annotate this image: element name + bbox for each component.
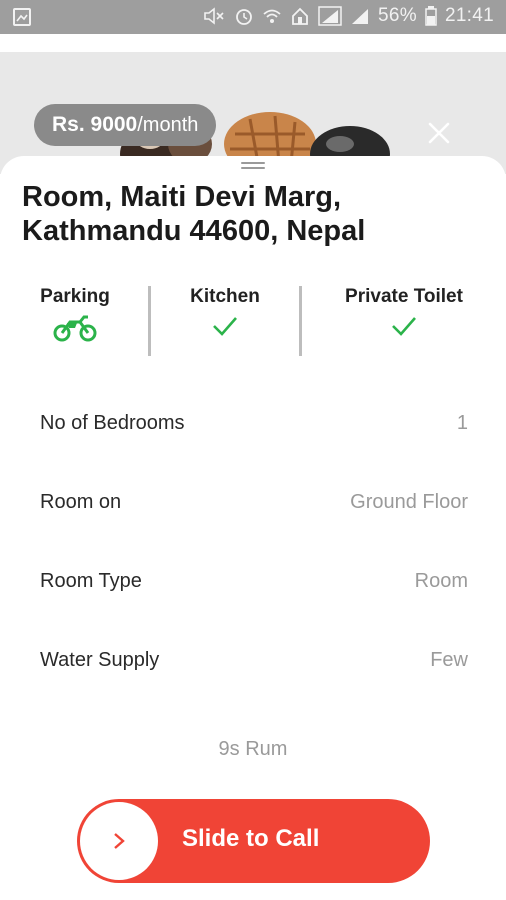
amenity-divider xyxy=(299,286,302,356)
slide-knob[interactable] xyxy=(80,802,158,880)
amenity-label: Kitchen xyxy=(190,286,260,307)
slide-to-call-button[interactable]: Slide to Call xyxy=(77,799,430,883)
clock: 21:41 xyxy=(444,5,494,26)
price-badge: Rs. 9000 /month xyxy=(34,104,217,146)
motorbike-icon xyxy=(53,315,97,342)
listing-detail-sheet: Room, Maiti Devi Marg, Kathmandu 44600, … xyxy=(0,156,506,900)
listing-title: Room, Maiti Devi Marg, Kathmandu 44600, … xyxy=(22,181,366,247)
amenity-parking: Parking xyxy=(34,286,116,342)
home-icon xyxy=(292,7,308,25)
price-amount: Rs. 9000 xyxy=(52,113,138,136)
detail-value: 1 xyxy=(456,412,468,434)
chevron-right-icon xyxy=(114,833,125,849)
detail-label: Room Type xyxy=(40,570,142,592)
slide-to-call-label: Slide to Call xyxy=(182,825,320,852)
detail-value: Room xyxy=(414,570,468,592)
amenity-label: Private Toilet xyxy=(345,286,463,307)
close-button[interactable] xyxy=(422,116,456,150)
amenities-row: Parking Kitchen Private Toilet xyxy=(0,286,506,358)
check-icon xyxy=(213,317,237,336)
battery-icon xyxy=(425,6,437,26)
photo-top-band xyxy=(0,34,506,52)
signal-icon xyxy=(352,9,369,24)
amenity-private-toilet: Private Toilet xyxy=(334,286,474,338)
detail-row: Water Supply Few xyxy=(40,641,468,720)
detail-label: Room on xyxy=(40,491,122,513)
detail-label: Water Supply xyxy=(40,649,160,671)
price-unit: /month xyxy=(137,113,199,136)
signal-icon xyxy=(318,6,342,26)
drag-handle[interactable] xyxy=(241,162,265,170)
close-icon xyxy=(428,122,450,144)
amenity-label: Parking xyxy=(40,286,110,307)
battery-percentage: 56% xyxy=(378,5,417,26)
detail-row: Room Type Room xyxy=(40,562,468,641)
detail-row: Room on Ground Floor xyxy=(40,483,468,562)
listing-photo[interactable]: Rs. 9000 /month xyxy=(0,34,506,174)
gallery-icon xyxy=(13,8,31,26)
amenity-divider xyxy=(148,286,151,356)
amenity-kitchen: Kitchen xyxy=(180,286,270,338)
status-bar: 56% 21:41 xyxy=(0,0,506,34)
check-icon xyxy=(392,317,416,336)
detail-value: Ground Floor xyxy=(350,491,468,513)
detail-row: No of Bedrooms 1 xyxy=(40,404,468,483)
detail-value: Few xyxy=(430,649,468,671)
detail-label: No of Bedrooms xyxy=(40,412,185,434)
wifi-icon xyxy=(263,9,281,23)
hint-text: 9s Rum xyxy=(218,738,288,760)
alarm-icon xyxy=(236,9,252,25)
mute-icon xyxy=(204,7,224,25)
details-list: No of Bedrooms 1 Room on Ground Floor Ro… xyxy=(40,404,468,720)
